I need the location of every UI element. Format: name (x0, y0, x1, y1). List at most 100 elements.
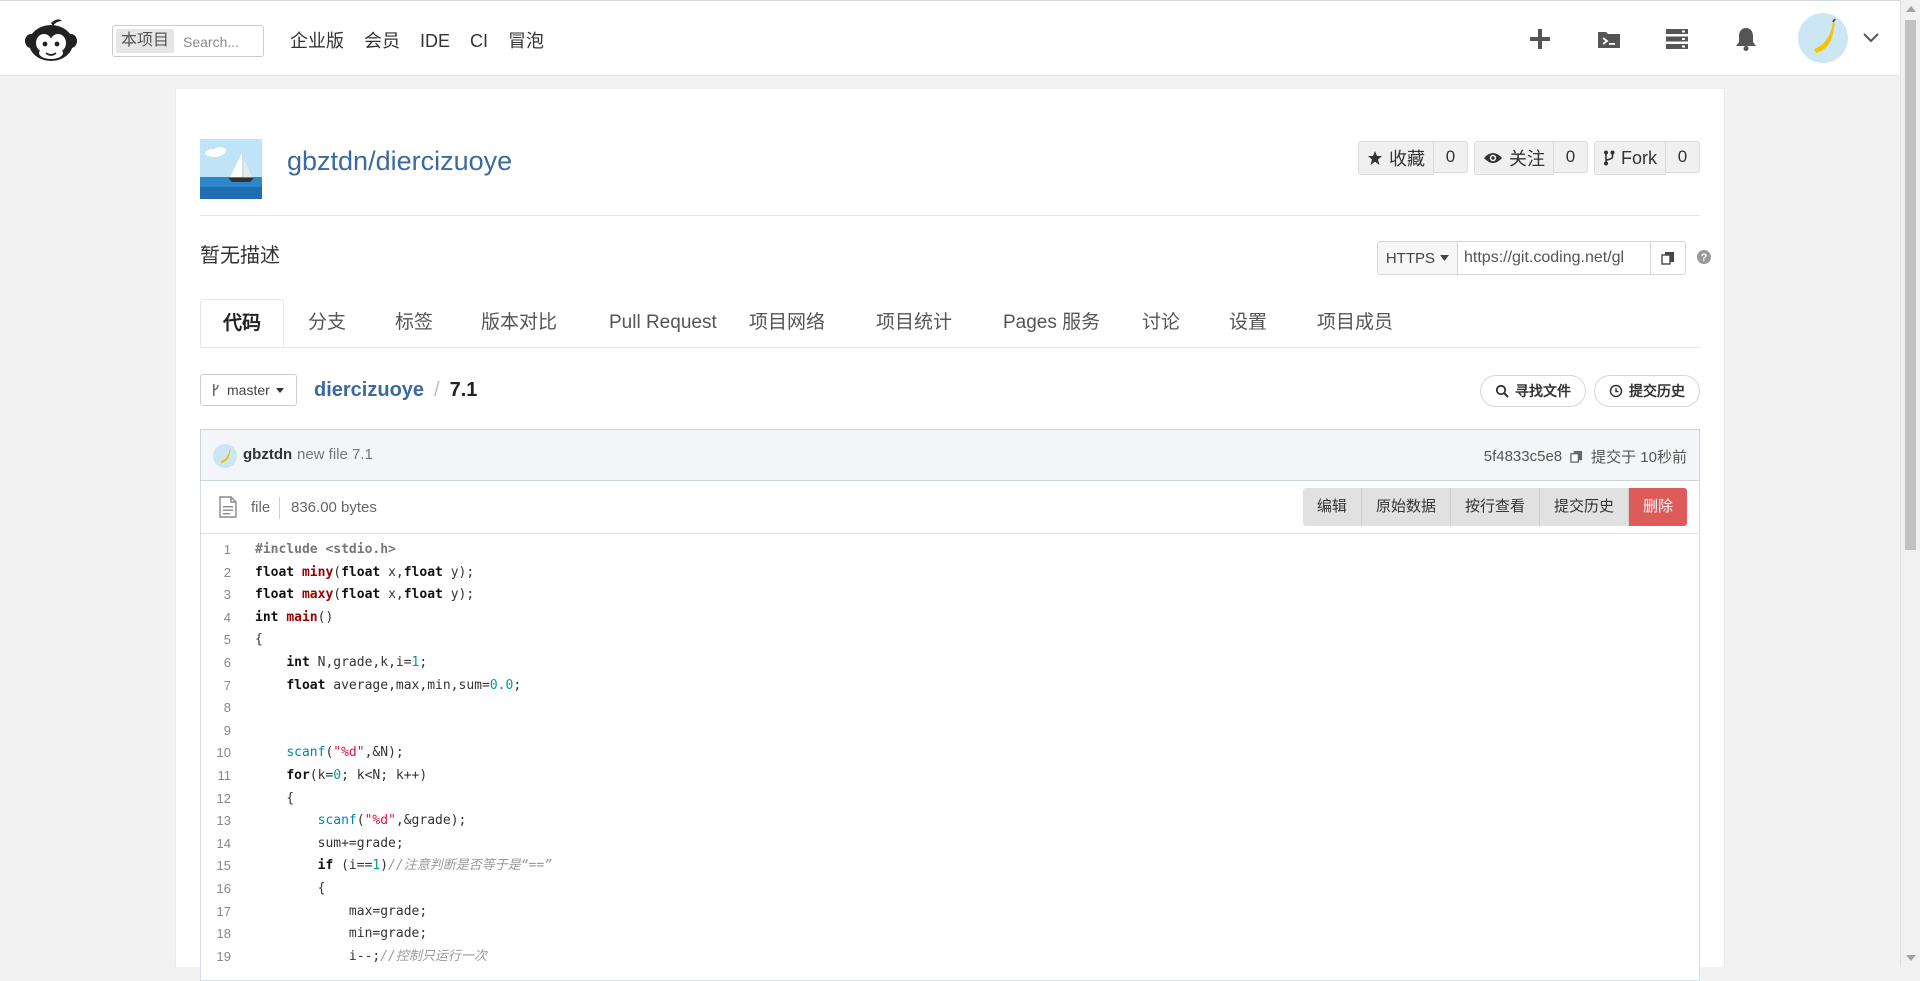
star-label: 收藏 (1389, 149, 1425, 169)
commit-hash[interactable]: 5f4833c5e8 (1484, 448, 1562, 465)
search-input[interactable] (181, 30, 263, 54)
clone-url-input[interactable] (1458, 241, 1651, 275)
fork-button[interactable]: Fork (1594, 141, 1666, 175)
code-text: i--;//控制只运行一次 (255, 948, 487, 964)
plus-icon[interactable] (1526, 25, 1554, 53)
fork-label: Fork (1621, 147, 1657, 168)
tab-branches[interactable]: 分支 (286, 299, 368, 347)
bell-icon[interactable] (1732, 25, 1760, 53)
blame-button[interactable]: 按行查看 (1450, 488, 1540, 526)
find-file-button[interactable]: 寻找文件 (1480, 375, 1586, 407)
history-button[interactable]: 提交历史 (1594, 375, 1700, 407)
search-scope-tag[interactable]: 本项目 (116, 29, 175, 53)
line-number[interactable]: 7 (201, 675, 231, 697)
page-scrollbar[interactable] (1900, 0, 1920, 967)
tab-pages[interactable]: Pages 服务 (981, 299, 1122, 347)
caret-down-icon (1440, 255, 1449, 261)
repo-tabs: 代码 分支 标签 版本对比 Pull Request 项目网络 项目统计 Pag… (200, 299, 1700, 348)
scroll-down-icon[interactable] (1906, 955, 1916, 961)
line-number[interactable]: 4 (201, 607, 231, 629)
global-search[interactable]: 本项目 (112, 25, 264, 57)
banana-avatar-icon (220, 448, 231, 464)
raw-button[interactable]: 原始数据 (1361, 488, 1451, 526)
line-number[interactable]: 14 (201, 833, 231, 855)
copy-icon[interactable] (1570, 450, 1583, 463)
repo-card: gbztdn/diercizuoye 收藏 0 关注 0 Fork 0 暂无描述 (175, 88, 1725, 981)
server-list-icon[interactable] (1663, 25, 1691, 53)
chevron-down-icon[interactable] (1862, 31, 1880, 45)
code-text: float average,max,min,sum=0.0; (286, 677, 522, 693)
line-number[interactable]: 11 (201, 765, 232, 787)
line-number[interactable]: 13 (201, 810, 231, 832)
clock-icon (1609, 384, 1623, 398)
line-number[interactable]: 3 (201, 584, 231, 606)
tab-pull-request[interactable]: Pull Request (587, 299, 739, 347)
nav-link-bubble[interactable]: 冒泡 (508, 27, 544, 55)
scroll-up-icon[interactable] (1906, 6, 1916, 12)
line-number[interactable]: 1 (201, 539, 231, 561)
line-number[interactable]: 2 (201, 562, 231, 584)
line-number[interactable]: 15 (201, 855, 231, 877)
nav-link-ide[interactable]: IDE (420, 27, 450, 55)
user-avatar[interactable] (1798, 13, 1848, 63)
nav-link-membership[interactable]: 会员 (364, 27, 400, 55)
file-kind: file (251, 499, 271, 516)
line-number[interactable]: 19 (201, 946, 231, 968)
tab-members[interactable]: 项目成员 (1295, 299, 1415, 347)
help-icon[interactable]: ? (1696, 249, 1712, 265)
caret-down-icon (275, 387, 284, 393)
line-number[interactable]: 16 (201, 878, 231, 900)
watch-button[interactable]: 关注 (1474, 141, 1554, 175)
header-divider (200, 215, 1700, 216)
code-text: for(k=0; k<N; k++) (286, 768, 428, 783)
copy-url-button[interactable] (1651, 241, 1686, 275)
tab-settings[interactable]: 设置 (1207, 299, 1289, 347)
tab-stats[interactable]: 项目统计 (854, 299, 974, 347)
delete-button[interactable]: 删除 (1628, 488, 1687, 526)
breadcrumb-separator: / (434, 379, 440, 401)
commit-meta: 5f4833c5e8 提交于 10秒前 (1484, 446, 1687, 467)
file-header: file 836.00 bytes 编辑 原始数据 按行查看 提交历史 删除 (201, 481, 1699, 534)
tab-discussion[interactable]: 讨论 (1120, 299, 1202, 347)
repo-logo-sailboat-icon (200, 139, 262, 199)
protocol-label: HTTPS (1385, 249, 1435, 267)
commit-author[interactable]: gbztdn (243, 446, 292, 463)
file-size: 836.00 bytes (291, 499, 377, 516)
star-count[interactable]: 0 (1434, 141, 1468, 173)
commit-message[interactable]: new file 7.1 (297, 446, 373, 463)
star-button[interactable]: 收藏 (1358, 141, 1434, 175)
code-text: #include <stdio.h> (255, 542, 396, 557)
line-number[interactable]: 17 (201, 901, 231, 923)
breadcrumb-repo[interactable]: diercizuoye (314, 379, 424, 401)
line-number[interactable]: 18 (201, 923, 231, 945)
scrollbar-thumb[interactable] (1905, 20, 1916, 550)
edit-button[interactable]: 编辑 (1302, 488, 1362, 526)
main-nav-links: 企业版 会员 IDE CI 冒泡 (290, 27, 564, 55)
protocol-dropdown[interactable]: HTTPS (1376, 241, 1458, 275)
tab-code[interactable]: 代码 (200, 299, 285, 347)
line-number[interactable]: 10 (201, 742, 231, 764)
clone-url-group: HTTPS (1376, 241, 1686, 275)
watch-count[interactable]: 0 (1554, 141, 1588, 173)
find-file-label: 寻找文件 (1515, 383, 1571, 399)
tab-network[interactable]: 项目网络 (727, 299, 847, 347)
file-history-button[interactable]: 提交历史 (1539, 488, 1629, 526)
nav-link-enterprise[interactable]: 企业版 (290, 27, 344, 55)
commit-author-avatar[interactable] (213, 444, 237, 468)
line-number[interactable]: 8 (201, 697, 231, 719)
tab-tags[interactable]: 标签 (373, 299, 455, 347)
line-number[interactable]: 5 (201, 629, 231, 651)
commit-time: 提交于 10秒前 (1591, 449, 1687, 466)
svg-text:?: ? (1701, 252, 1708, 264)
fork-count[interactable]: 0 (1666, 141, 1700, 173)
terminal-folder-icon[interactable] (1595, 25, 1623, 53)
nav-link-ci[interactable]: CI (470, 27, 488, 55)
coding-logo-icon[interactable] (22, 15, 80, 63)
line-number[interactable]: 9 (201, 720, 231, 742)
breadcrumb-file: 7.1 (449, 379, 478, 401)
branch-selector[interactable]: master (200, 374, 297, 406)
tab-compare[interactable]: 版本对比 (459, 299, 579, 347)
repo-title[interactable]: gbztdn/diercizuoye (287, 143, 512, 179)
line-number[interactable]: 6 (201, 652, 231, 674)
line-number[interactable]: 12 (201, 788, 231, 810)
